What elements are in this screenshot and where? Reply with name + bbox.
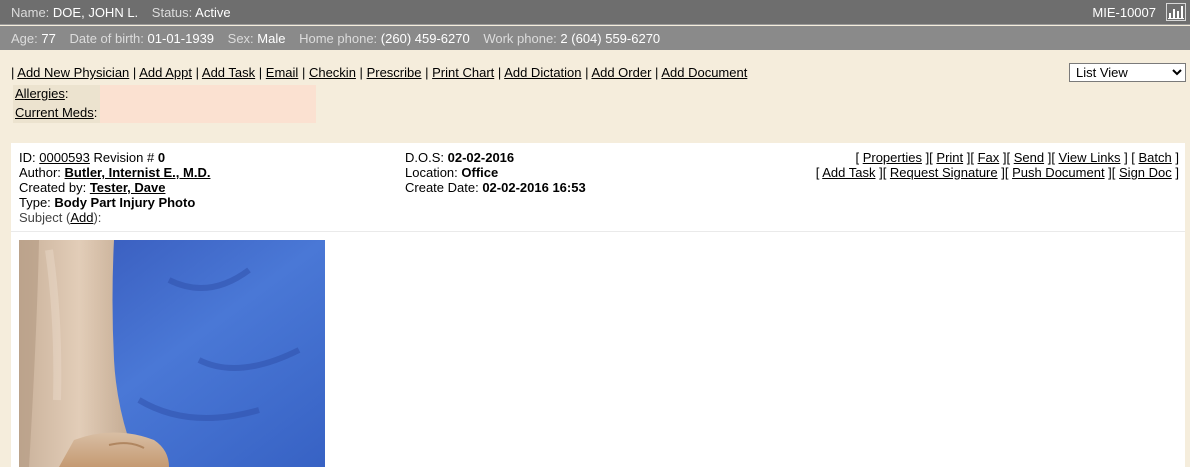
created-by-label: Created by: bbox=[19, 180, 87, 195]
subject-label: Subject ( bbox=[19, 210, 71, 225]
chart-button[interactable] bbox=[1166, 3, 1186, 21]
add-order-link[interactable]: Add Order bbox=[591, 65, 651, 80]
push-document-link[interactable]: Push Document bbox=[1012, 165, 1105, 180]
subject-line: Subject (Add): bbox=[19, 210, 210, 225]
print-chart-link[interactable]: Print Chart bbox=[432, 65, 494, 80]
created-by-line: Created by: Tester, Dave bbox=[19, 180, 210, 195]
create-date-label: Create Date: bbox=[405, 180, 479, 195]
patient-sex: Male bbox=[257, 31, 286, 46]
document-id-line: ID: 0000593 Revision # 0 bbox=[19, 150, 210, 165]
sign-doc-link[interactable]: Sign Doc bbox=[1119, 165, 1172, 180]
name-label: Name: bbox=[11, 5, 50, 20]
action-links: | Add New Physician | Add Appt | Add Tas… bbox=[11, 65, 748, 80]
author-line: Author: Butler, Internist E., M.D. bbox=[19, 165, 210, 180]
meds-label-cell: Current Meds: bbox=[13, 104, 100, 123]
batch-link[interactable]: Batch bbox=[1139, 150, 1172, 165]
sex-label: Sex: bbox=[227, 31, 254, 46]
patient-age: 77 bbox=[41, 31, 56, 46]
prescribe-link[interactable]: Prescribe bbox=[367, 65, 422, 80]
document-meta-left: ID: 0000593 Revision # 0 Author: Butler,… bbox=[19, 150, 210, 225]
id-label: ID: bbox=[19, 150, 36, 165]
patient-name: DOE, JOHN L. bbox=[52, 5, 139, 20]
subject-suffix: ): bbox=[93, 210, 102, 225]
revision-label: Revision # bbox=[93, 150, 155, 165]
send-link[interactable]: Send bbox=[1014, 150, 1044, 165]
bar-chart-icon bbox=[1168, 6, 1184, 19]
dos-line: D.O.S: 02-02-2016 bbox=[405, 150, 586, 165]
injury-photo-image bbox=[19, 240, 325, 467]
allergies-link[interactable]: Allergies bbox=[15, 86, 65, 101]
patient-home-phone: (260) 459-6270 bbox=[380, 31, 470, 46]
demographics-line: Age: 77 Date of birth: 01-01-1939 Sex: M… bbox=[11, 31, 660, 46]
patient-header-bar: Name: DOE, JOHN L. Status: Active MIE-10… bbox=[0, 0, 1190, 25]
status-label: Status: bbox=[151, 5, 193, 20]
location-label: Location: bbox=[405, 165, 458, 180]
properties-link[interactable]: Properties bbox=[863, 150, 922, 165]
current-meds-value bbox=[100, 104, 316, 123]
fax-link[interactable]: Fax bbox=[978, 150, 1000, 165]
clinical-info-table: Allergies: Current Meds: bbox=[13, 85, 316, 123]
patient-dob: 01-01-1939 bbox=[147, 31, 215, 46]
add-appt-link[interactable]: Add Appt bbox=[139, 65, 192, 80]
view-select[interactable]: List View bbox=[1069, 63, 1186, 82]
document-meta-middle: D.O.S: 02-02-2016 Location: Office Creat… bbox=[405, 150, 586, 195]
email-link[interactable]: Email bbox=[266, 65, 299, 80]
patient-work-phone: 2 (604) 559-6270 bbox=[560, 31, 661, 46]
meds-row: Current Meds: bbox=[13, 104, 316, 123]
dos-value: 02-02-2016 bbox=[447, 150, 515, 165]
type-label: Type: bbox=[19, 195, 51, 210]
document-divider bbox=[11, 231, 1185, 232]
dob-label: Date of birth: bbox=[69, 31, 144, 46]
age-label: Age: bbox=[11, 31, 38, 46]
document-id-link[interactable]: 0000593 bbox=[39, 150, 90, 165]
request-signature-link[interactable]: Request Signature bbox=[890, 165, 998, 180]
add-dictation-link[interactable]: Add Dictation bbox=[504, 65, 581, 80]
document-actions: [ Properties ][ Print ][ Fax ][ Send ][ … bbox=[816, 150, 1179, 180]
location-value: Office bbox=[461, 165, 499, 180]
author-label: Author: bbox=[19, 165, 61, 180]
patient-demographics-bar: Age: 77 Date of birth: 01-01-1939 Sex: M… bbox=[0, 26, 1190, 50]
add-new-physician-link[interactable]: Add New Physician bbox=[17, 65, 129, 80]
current-meds-link[interactable]: Current Meds bbox=[15, 105, 94, 120]
create-date-line: Create Date: 02-02-2016 16:53 bbox=[405, 180, 586, 195]
patient-mrn: MIE-10007 bbox=[1092, 5, 1156, 20]
home-phone-label: Home phone: bbox=[299, 31, 378, 46]
patient-status: Active bbox=[195, 5, 231, 20]
allergies-value bbox=[100, 85, 316, 104]
dos-label: D.O.S: bbox=[405, 150, 445, 165]
injury-photo[interactable] bbox=[19, 240, 325, 467]
document-panel: ID: 0000593 Revision # 0 Author: Butler,… bbox=[11, 143, 1185, 467]
type-line: Type: Body Part Injury Photo bbox=[19, 195, 210, 210]
print-link[interactable]: Print bbox=[936, 150, 963, 165]
add-document-link[interactable]: Add Document bbox=[661, 65, 747, 80]
author-link[interactable]: Butler, Internist E., M.D. bbox=[65, 165, 211, 180]
document-type: Body Part Injury Photo bbox=[54, 195, 196, 210]
work-phone-label: Work phone: bbox=[483, 31, 557, 46]
document-actions-row2: [ Add Task ][ Request Signature ][ Push … bbox=[815, 165, 1179, 180]
create-date-value: 02-02-2016 16:53 bbox=[482, 180, 586, 195]
doc-add-task-link[interactable]: Add Task bbox=[822, 165, 875, 180]
revision-number: 0 bbox=[157, 150, 166, 165]
add-subject-link[interactable]: Add bbox=[70, 210, 93, 225]
document-actions-row1: [ Properties ][ Print ][ Fax ][ Send ][ … bbox=[855, 150, 1179, 165]
allergies-row: Allergies: bbox=[13, 85, 316, 104]
checkin-link[interactable]: Checkin bbox=[309, 65, 356, 80]
allergies-label-cell: Allergies: bbox=[13, 85, 100, 104]
location-line: Location: Office bbox=[405, 165, 586, 180]
created-by-link[interactable]: Tester, Dave bbox=[90, 180, 166, 195]
patient-name-line: Name: DOE, JOHN L. Status: Active bbox=[11, 5, 231, 20]
view-links-link[interactable]: View Links bbox=[1059, 150, 1121, 165]
add-task-link[interactable]: Add Task bbox=[202, 65, 255, 80]
